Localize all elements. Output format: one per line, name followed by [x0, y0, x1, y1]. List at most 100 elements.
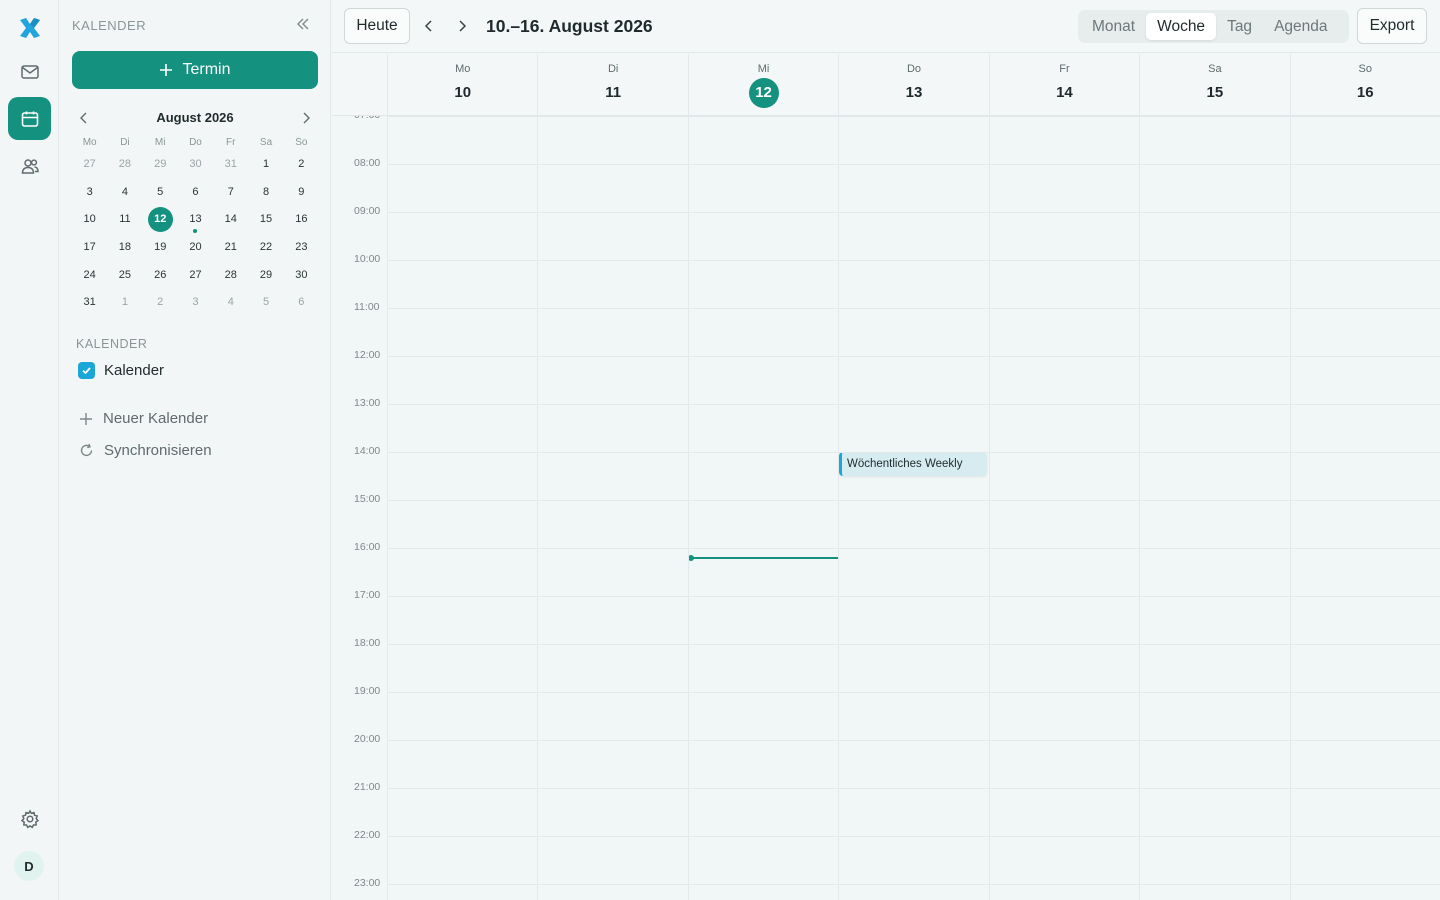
mini-day[interactable]: 31 [72, 290, 107, 315]
hour-gridline [387, 260, 1440, 261]
day-column-header[interactable]: So 16 [1289, 54, 1440, 116]
day-column-divider [988, 116, 990, 900]
mini-day[interactable]: 6 [284, 290, 319, 315]
mini-day[interactable]: 28 [107, 152, 142, 177]
mail-nav-button[interactable] [8, 50, 51, 93]
mini-calendar-week: 10 11 12 13 14 15 16 [72, 206, 319, 234]
day-column-header[interactable]: Fr 14 [988, 54, 1139, 116]
mini-day[interactable]: 13 [178, 207, 213, 234]
mini-day[interactable]: 2 [143, 290, 178, 315]
collapse-sidebar-icon[interactable] [295, 16, 311, 32]
mini-day[interactable]: 21 [213, 235, 248, 260]
view-week-tab[interactable]: Woche [1146, 13, 1217, 40]
mini-day[interactable]: 11 [107, 207, 142, 232]
mini-day[interactable]: 15 [248, 207, 283, 232]
mini-day[interactable]: 1 [248, 152, 283, 177]
settings-icon [20, 808, 39, 828]
mini-day-number: 27 [189, 268, 202, 281]
mini-day[interactable]: 23 [284, 235, 319, 260]
day-weekday: Di [607, 63, 619, 75]
mini-day[interactable]: 22 [248, 235, 283, 260]
mail-icon [20, 64, 39, 79]
mini-day[interactable]: 28 [213, 263, 248, 288]
mini-day[interactable]: 14 [213, 207, 248, 232]
mini-day-number: 31 [83, 296, 96, 309]
view-month-tab[interactable]: Monat [1081, 13, 1146, 40]
export-button[interactable]: Export [1357, 8, 1427, 44]
day-number-text: 15 [1206, 84, 1224, 101]
mini-day[interactable]: 5 [143, 180, 178, 205]
calendar-nav-button[interactable] [8, 97, 51, 140]
mini-day[interactable]: 6 [178, 180, 213, 205]
plus-icon [160, 64, 173, 76]
mini-day-number: 19 [154, 241, 167, 254]
day-column-divider [387, 116, 388, 900]
mini-day-number: 23 [295, 241, 308, 254]
mini-day[interactable]: 9 [284, 180, 319, 205]
today-button[interactable]: Heute [344, 8, 410, 44]
mini-day[interactable]: 20 [178, 235, 213, 260]
day-column-divider [1139, 116, 1141, 900]
hour-label: 09:00 [354, 205, 381, 217]
chevron-right-icon[interactable] [298, 110, 314, 126]
contacts-nav-button[interactable] [8, 144, 51, 187]
mini-day-number: 6 [192, 185, 199, 198]
mini-weekday: Do [189, 137, 202, 148]
calendar-checkbox[interactable] [78, 362, 95, 379]
logo-icon[interactable] [16, 14, 44, 42]
mini-day[interactable]: 25 [107, 263, 142, 288]
mini-weekday: Sa [259, 137, 273, 148]
hour-label: 23:00 [354, 877, 381, 889]
mini-day[interactable]: 24 [72, 263, 107, 288]
day-column-header[interactable]: Mo 10 [387, 54, 537, 116]
new-calendar-link[interactable]: Neuer Kalender [79, 410, 208, 427]
calendar-icon [21, 111, 38, 127]
mini-day[interactable]: 4 [213, 290, 248, 315]
day-column-header[interactable]: Sa 15 [1139, 54, 1289, 116]
day-column-header[interactable]: Di 11 [537, 54, 687, 116]
mini-day[interactable]: 10 [72, 207, 107, 232]
mini-day[interactable]: 16 [284, 207, 319, 232]
mini-day[interactable]: 5 [248, 290, 283, 315]
user-avatar[interactable]: D [14, 851, 44, 881]
mini-day[interactable]: 26 [143, 263, 178, 288]
mini-day-number: 14 [224, 213, 237, 226]
day-column-header[interactable]: Mi 12 [687, 54, 838, 116]
view-agenda-tab[interactable]: Agenda [1263, 13, 1338, 40]
mini-day[interactable]: 29 [248, 263, 283, 288]
mini-day[interactable]: 30 [178, 152, 213, 177]
time-grid[interactable]: Wöchentliches Weekly 07:00 08:00 09:00 10:0… [332, 116, 1440, 900]
hour-label: 14:00 [354, 445, 381, 457]
mini-day[interactable]: 3 [178, 290, 213, 315]
mini-day[interactable]: 18 [107, 235, 142, 260]
mini-day[interactable]: 27 [72, 152, 107, 177]
mini-day[interactable]: 17 [72, 235, 107, 260]
mini-day-today[interactable]: 12 [143, 207, 178, 233]
mini-day[interactable]: 3 [72, 180, 107, 205]
mini-day[interactable]: 1 [107, 290, 142, 315]
view-day-tab[interactable]: Tag [1216, 13, 1263, 40]
hour-gridline [387, 164, 1440, 165]
calendar-item-kalender[interactable]: Kalender [78, 362, 164, 379]
sync-link[interactable]: Synchronisieren [79, 442, 212, 459]
mini-day-number: 28 [118, 158, 132, 171]
sync-label: Synchronisieren [104, 442, 212, 459]
mini-day[interactable]: 19 [143, 235, 178, 260]
mini-day[interactable]: 27 [178, 263, 213, 288]
mini-day[interactable]: 30 [284, 263, 319, 288]
settings-button[interactable] [8, 797, 51, 840]
mini-day[interactable]: 8 [248, 180, 283, 205]
mini-day[interactable]: 2 [284, 152, 319, 177]
mini-day-number: 3 [192, 296, 199, 309]
mini-day[interactable]: 29 [143, 152, 178, 177]
new-appointment-button[interactable]: Termin [72, 51, 318, 89]
next-week-icon[interactable] [454, 18, 470, 34]
day-column-header[interactable]: Do 13 [838, 54, 988, 116]
prev-week-icon[interactable] [421, 18, 437, 34]
mini-day-number: 12 [147, 207, 173, 233]
new-appointment-label: Termin [182, 61, 231, 78]
mini-day[interactable]: 7 [213, 180, 248, 205]
mini-day[interactable]: 4 [107, 180, 142, 205]
mini-day[interactable]: 31 [213, 152, 248, 177]
event-woechentliches-weekly[interactable]: Wöchentliches Weekly [839, 452, 987, 476]
